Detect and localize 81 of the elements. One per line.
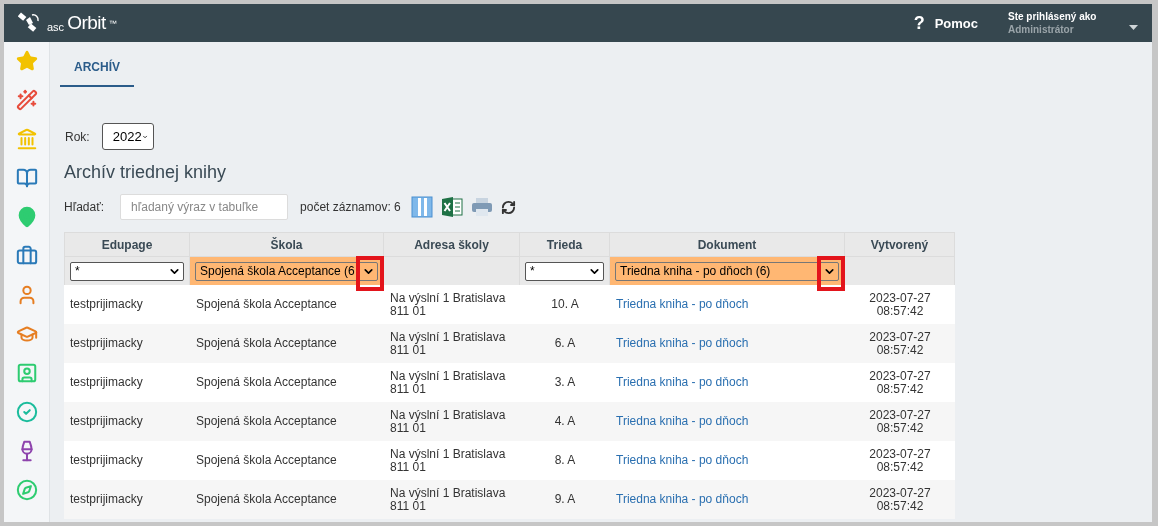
table-cell: Na výslní 1 Bratislava: [390, 369, 506, 383]
search-label: Hľadať:: [64, 200, 105, 214]
table-cell: Na výslní 1 Bratislava: [390, 447, 506, 461]
table-cell: 811 01: [390, 382, 426, 396]
search-field[interactable]: hľadaný výraz v tabuľke: [120, 194, 289, 220]
year-label: Rok:: [65, 129, 90, 144]
table-cell: testprijimacky: [70, 298, 143, 311]
table-cell: 8. A: [554, 454, 576, 467]
column-title[interactable]: Dokument: [697, 238, 757, 252]
document-link[interactable]: Triedna kniha - po dňoch: [616, 415, 749, 428]
table-cell: 811 01: [390, 421, 426, 435]
table-cell: 08:57:42: [876, 382, 924, 396]
table-cell: testprijimacky: [70, 337, 143, 350]
table-cell: 08:57:42: [876, 499, 924, 513]
filter-dropdown[interactable]: Spojená škola Acceptance (6: [195, 261, 378, 281]
table-cell: Na výslní 1 Bratislava: [390, 291, 506, 305]
check-circle-icon[interactable]: [15, 401, 38, 423]
table-cell: Spojená škola Acceptance: [196, 454, 337, 467]
document-link[interactable]: Triedna kniha - po dňoch: [616, 298, 749, 311]
filter-dropdown[interactable]: *: [525, 261, 604, 281]
columns-icon[interactable]: [410, 196, 433, 218]
column-title[interactable]: Škola: [270, 238, 303, 252]
page-title: Archív triednej knihy: [64, 162, 228, 183]
trademark-sign: ™: [108, 19, 117, 28]
logo-text: Orbit: [67, 12, 106, 34]
column-title[interactable]: Vytvorený: [870, 238, 929, 252]
table-cell: Spojená škola Acceptance: [196, 493, 337, 506]
column-title[interactable]: Adresa školy: [414, 238, 489, 252]
record-count: počet záznamov: 6: [300, 200, 401, 214]
table-cell: 811 01: [390, 499, 426, 513]
table-cell: Na výslní 1 Bratislava: [390, 330, 506, 344]
table-cell: Na výslní 1 Bratislava: [390, 408, 506, 422]
table-cell: 9. A: [554, 493, 576, 506]
table-cell: 10. A: [551, 298, 579, 311]
table-cell: testprijimacky: [70, 454, 143, 467]
caret-icon[interactable]: [1129, 25, 1138, 30]
print-icon[interactable]: [470, 197, 493, 217]
book-icon[interactable]: [15, 167, 38, 189]
filter-dropdown[interactable]: *: [70, 261, 184, 281]
table-cell: testprijimacky: [70, 415, 143, 428]
table-cell: 3. A: [554, 376, 576, 389]
table-cell: 08:57:42: [876, 304, 924, 318]
table-cell: 811 01: [390, 460, 426, 474]
table-cell: Spojená škola Acceptance: [196, 298, 337, 311]
refresh-icon[interactable]: [500, 199, 516, 215]
table-cell: 6. A: [554, 337, 576, 350]
table-cell: 2023-07-27: [869, 369, 931, 383]
table-cell: Spojená škola Acceptance: [196, 415, 337, 428]
table-cell: 08:57:42: [876, 343, 924, 357]
document-link[interactable]: Triedna kniha - po dňoch: [616, 493, 749, 506]
table-cell: 2023-07-27: [869, 408, 931, 422]
table-cell: testprijimacky: [70, 376, 143, 389]
table-cell: 811 01: [390, 343, 426, 357]
table-cell: 2023-07-27: [869, 486, 931, 500]
table-cell: Na výslní 1 Bratislava: [390, 486, 506, 500]
table-cell: 2023-07-27: [869, 447, 931, 461]
column-title[interactable]: Edupage: [101, 238, 153, 252]
tab[interactable]: ARCHÍV: [60, 60, 134, 87]
table-cell: 2023-07-27: [869, 330, 931, 344]
table-cell: 08:57:42: [876, 421, 924, 435]
table-cell: testprijimacky: [70, 493, 143, 506]
briefcase-icon[interactable]: [15, 245, 38, 267]
star-icon[interactable]: [15, 50, 38, 72]
table-cell: Spojená škola Acceptance: [196, 337, 337, 350]
login-caption: Ste prihlásený ako: [1008, 11, 1098, 22]
help-link[interactable]: ? Pomoc: [913, 12, 978, 34]
magic-wand-icon[interactable]: [15, 89, 38, 111]
column-title[interactable]: Trieda: [546, 238, 583, 252]
excel-icon[interactable]: [440, 196, 463, 218]
table-cell: 4. A: [554, 415, 576, 428]
document-link[interactable]: Triedna kniha - po dňoch: [616, 376, 749, 389]
table-cell: 2023-07-27: [869, 291, 931, 305]
filter-dropdown[interactable]: Triedna kniha - po dňoch (6): [615, 261, 839, 281]
year-select[interactable]: 2022: [101, 123, 154, 150]
table-cell: 811 01: [390, 304, 426, 318]
document-link[interactable]: Triedna kniha - po dňoch: [616, 454, 749, 467]
table-cell: 08:57:42: [876, 460, 924, 474]
logo-text: asc: [47, 21, 65, 33]
table-cell: Spojená škola Acceptance: [196, 376, 337, 389]
document-link[interactable]: Triedna kniha - po dňoch: [616, 337, 749, 350]
user-name[interactable]: Administrátor: [1008, 24, 1138, 35]
